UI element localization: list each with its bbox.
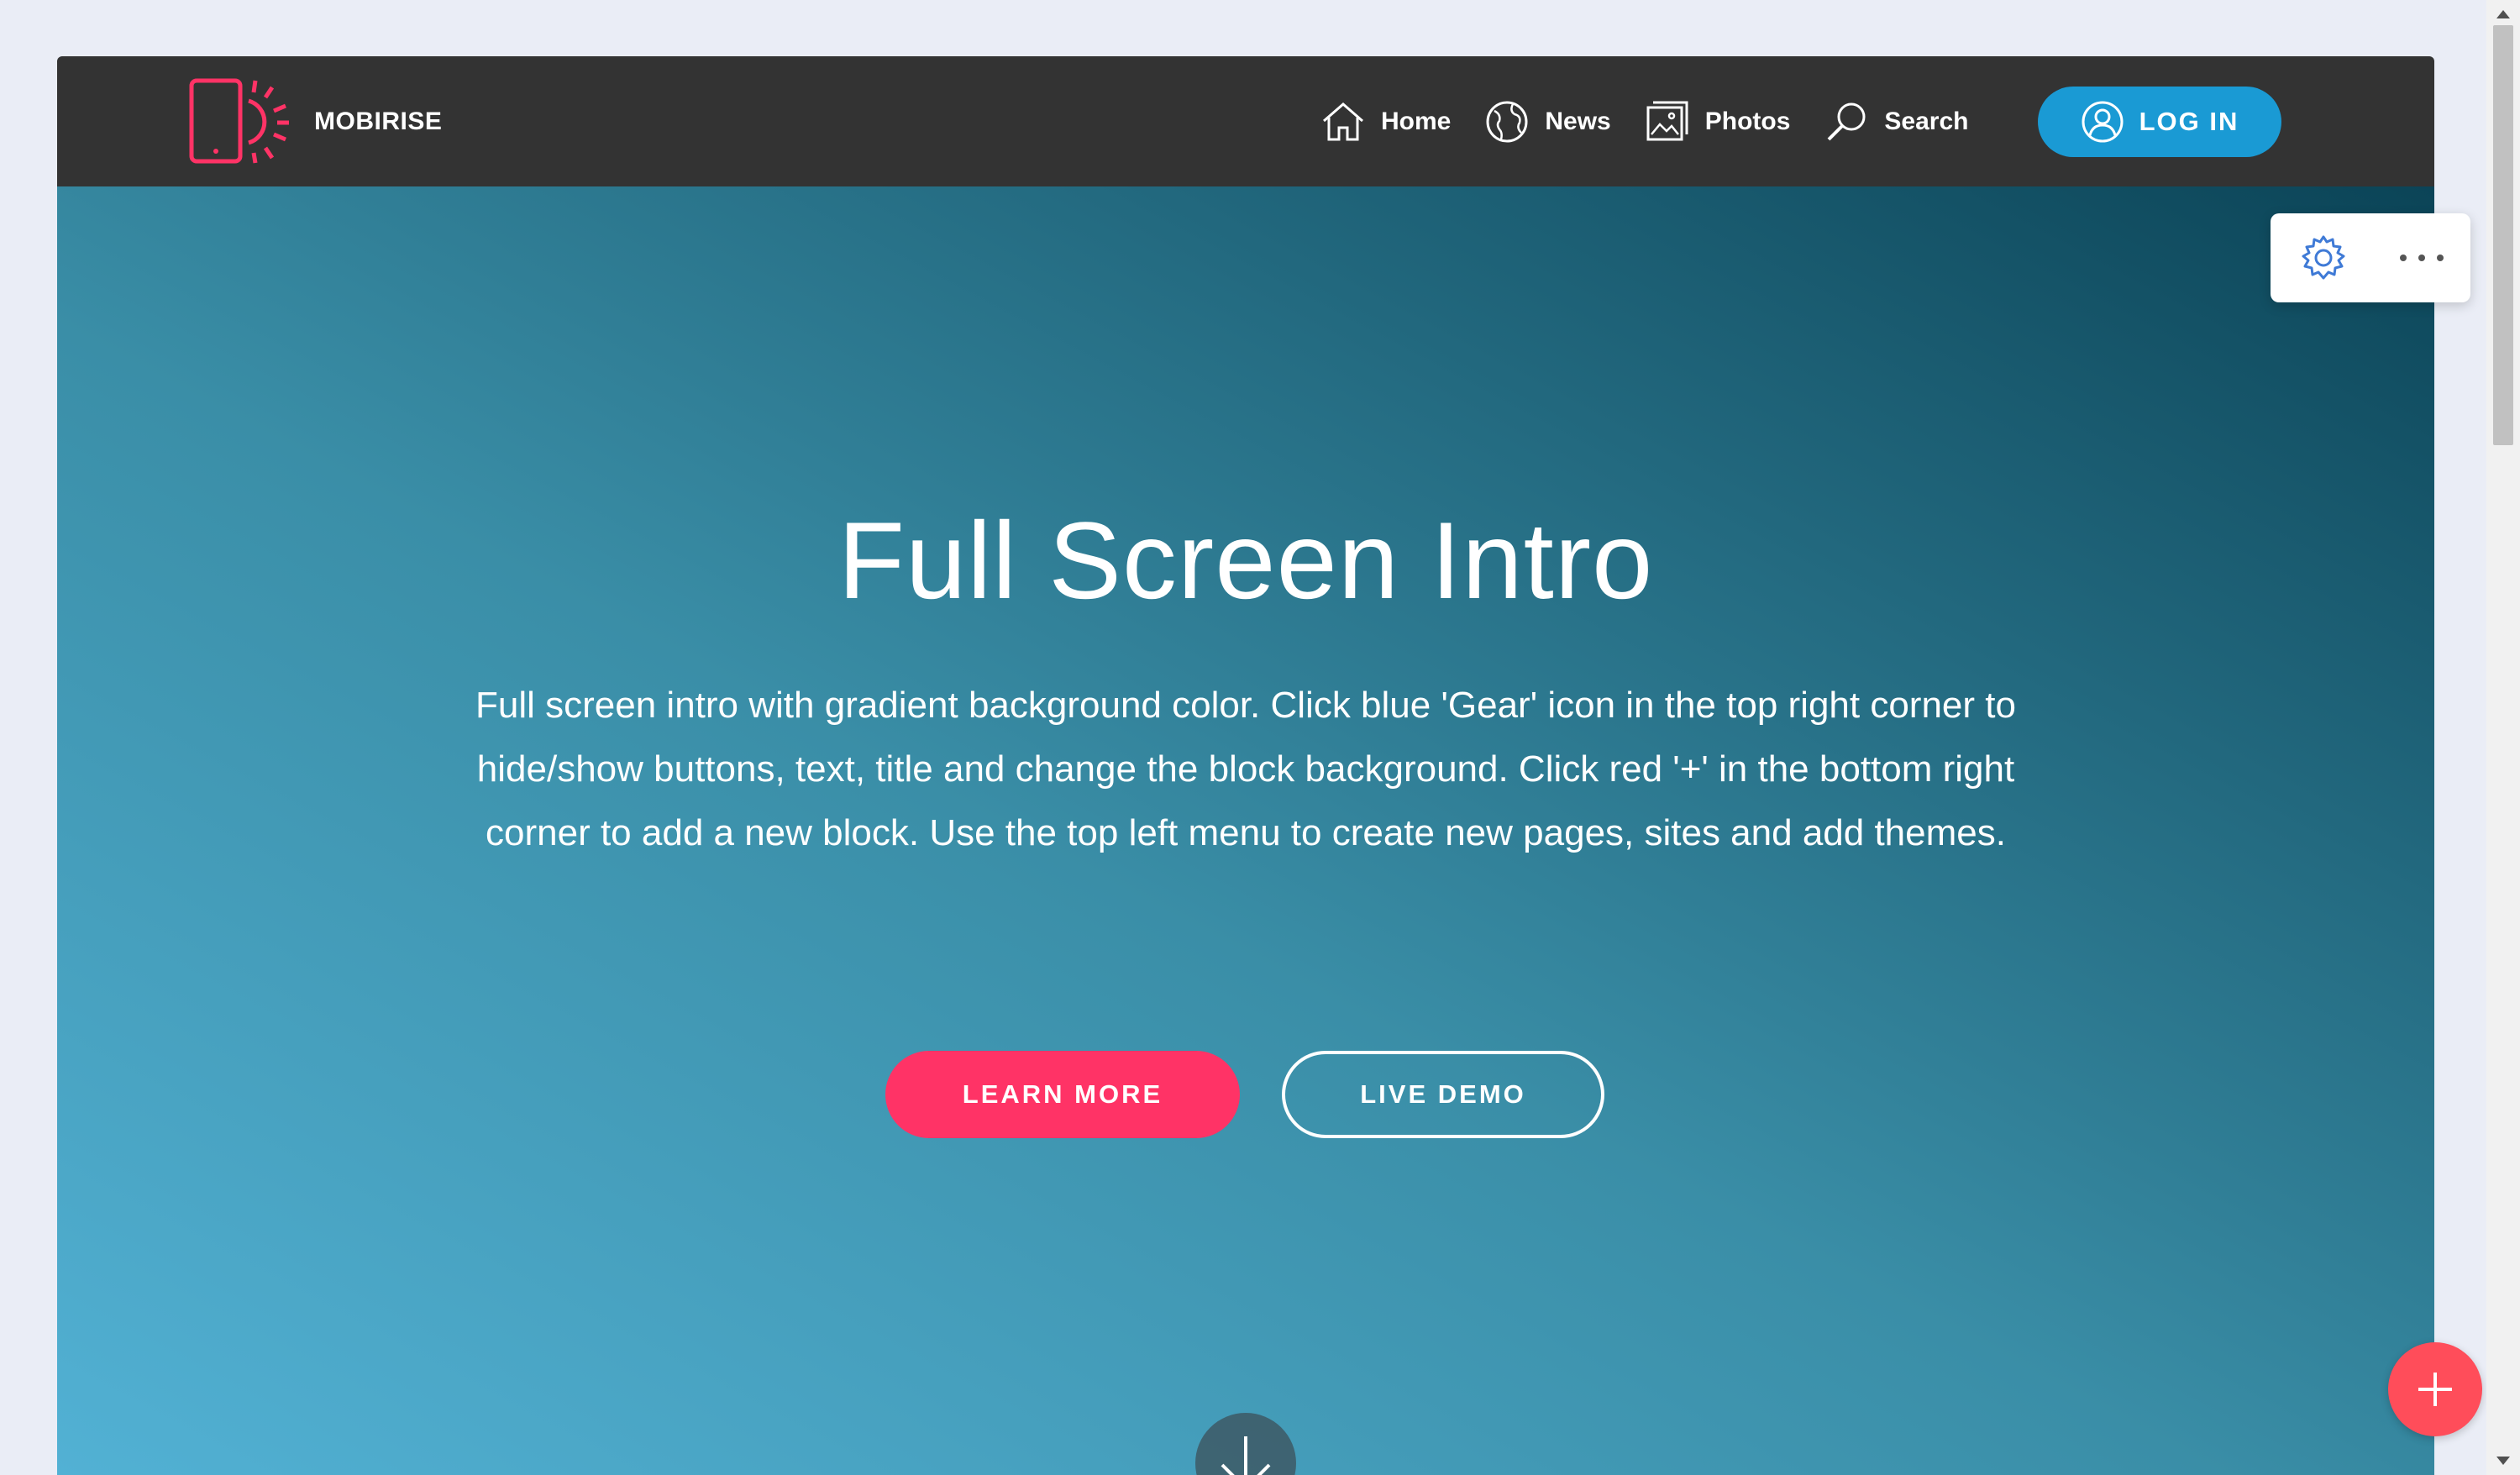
more-dots-icon[interactable]	[2397, 244, 2447, 272]
gear-icon[interactable]	[2299, 234, 2348, 282]
learn-more-button[interactable]: LEARN MORE	[885, 1051, 1240, 1138]
search-icon	[1827, 102, 1866, 141]
nav-item-search[interactable]: Search	[1824, 99, 1968, 144]
nav-item-photos[interactable]: Photos	[1645, 99, 1791, 144]
main-nav: Home News Photos Search	[1320, 94, 2002, 150]
live-demo-button[interactable]: LIVE DEMO	[1282, 1051, 1604, 1138]
scroll-down-button[interactable]	[1195, 1413, 1296, 1475]
mobile-sun-logo-icon	[189, 78, 289, 164]
nav-item-photos-label: Photos	[1704, 108, 1791, 135]
scroll-down-arrow-icon[interactable]	[2495, 1455, 2512, 1468]
navbar: MOBIRISE Home News Photos Search LOG IN	[57, 56, 2434, 186]
hero-title: Full Screen Intro	[837, 499, 1654, 622]
brand[interactable]: MOBIRISE	[188, 77, 442, 165]
nav-item-home[interactable]: Home	[1320, 99, 1451, 144]
add-block-button[interactable]	[2388, 1342, 2482, 1436]
hero-section: Full Screen Intro Full screen intro with…	[57, 186, 2434, 1475]
user-icon	[2082, 101, 2124, 143]
hero-text: Full screen intro with gradient backgrou…	[475, 685, 2016, 853]
globe-icon	[1486, 101, 1528, 143]
arrow-down-icon	[1221, 1436, 1271, 1475]
scrollbar-thumb[interactable]	[2493, 25, 2513, 445]
scroll-up-arrow-icon[interactable]	[2495, 7, 2512, 20]
photos-icon	[1646, 101, 1688, 141]
block-toolbar	[2271, 213, 2470, 302]
page-scrollbar[interactable]	[2486, 0, 2520, 1475]
brand-name: MOBIRISE	[314, 107, 443, 135]
nav-item-home-label: Home	[1381, 108, 1452, 135]
nav-item-search-label: Search	[1884, 108, 1969, 135]
home-icon	[1323, 102, 1363, 141]
nav-item-news[interactable]: News	[1484, 99, 1611, 144]
login-button-label: LOG IN	[2139, 107, 2239, 136]
plus-icon	[2418, 1373, 2452, 1406]
site-frame: MOBIRISE Home News Photos Search LOG IN …	[57, 56, 2434, 1475]
login-button[interactable]: LOG IN	[2038, 87, 2281, 157]
nav-item-news-label: News	[1545, 108, 1611, 135]
